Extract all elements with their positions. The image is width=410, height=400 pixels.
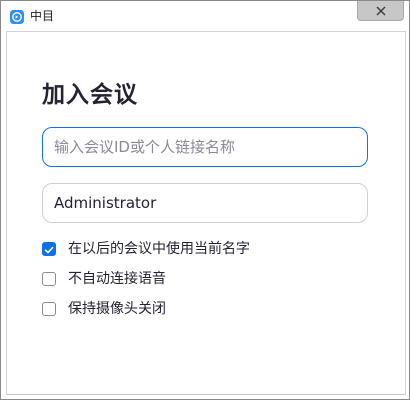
no-auto-audio-label: 不自动连接语音 xyxy=(68,271,166,287)
window-title: 中目 xyxy=(30,9,55,23)
display-name-input[interactable] xyxy=(42,183,368,223)
remember-name-label: 在以后的会议中使用当前名字 xyxy=(68,241,250,257)
title-bar[interactable]: 中目 xyxy=(1,1,409,30)
close-button[interactable] xyxy=(357,1,404,21)
camera-off-checkbox[interactable] xyxy=(42,302,56,316)
no-auto-audio-option[interactable]: 不自动连接语音 xyxy=(42,269,166,289)
join-meeting-window: 中目 加入会议 在以后的会议中使用当前名字 xyxy=(0,0,410,400)
dialog-content: 加入会议 在以后的会议中使用当前名字 不自动连接语音 保持摄像头关闭 xyxy=(6,31,406,395)
checkmark-icon xyxy=(44,240,54,259)
camera-off-label: 保持摄像头关闭 xyxy=(68,301,166,317)
app-logo-icon xyxy=(10,9,24,24)
page-title: 加入会议 xyxy=(42,82,138,108)
close-icon xyxy=(376,1,386,20)
no-auto-audio-checkbox[interactable] xyxy=(42,272,56,286)
remember-name-option[interactable]: 在以后的会议中使用当前名字 xyxy=(42,239,250,259)
remember-name-checkbox[interactable] xyxy=(42,242,56,256)
camera-off-option[interactable]: 保持摄像头关闭 xyxy=(42,299,166,319)
meeting-id-input[interactable] xyxy=(42,127,368,167)
